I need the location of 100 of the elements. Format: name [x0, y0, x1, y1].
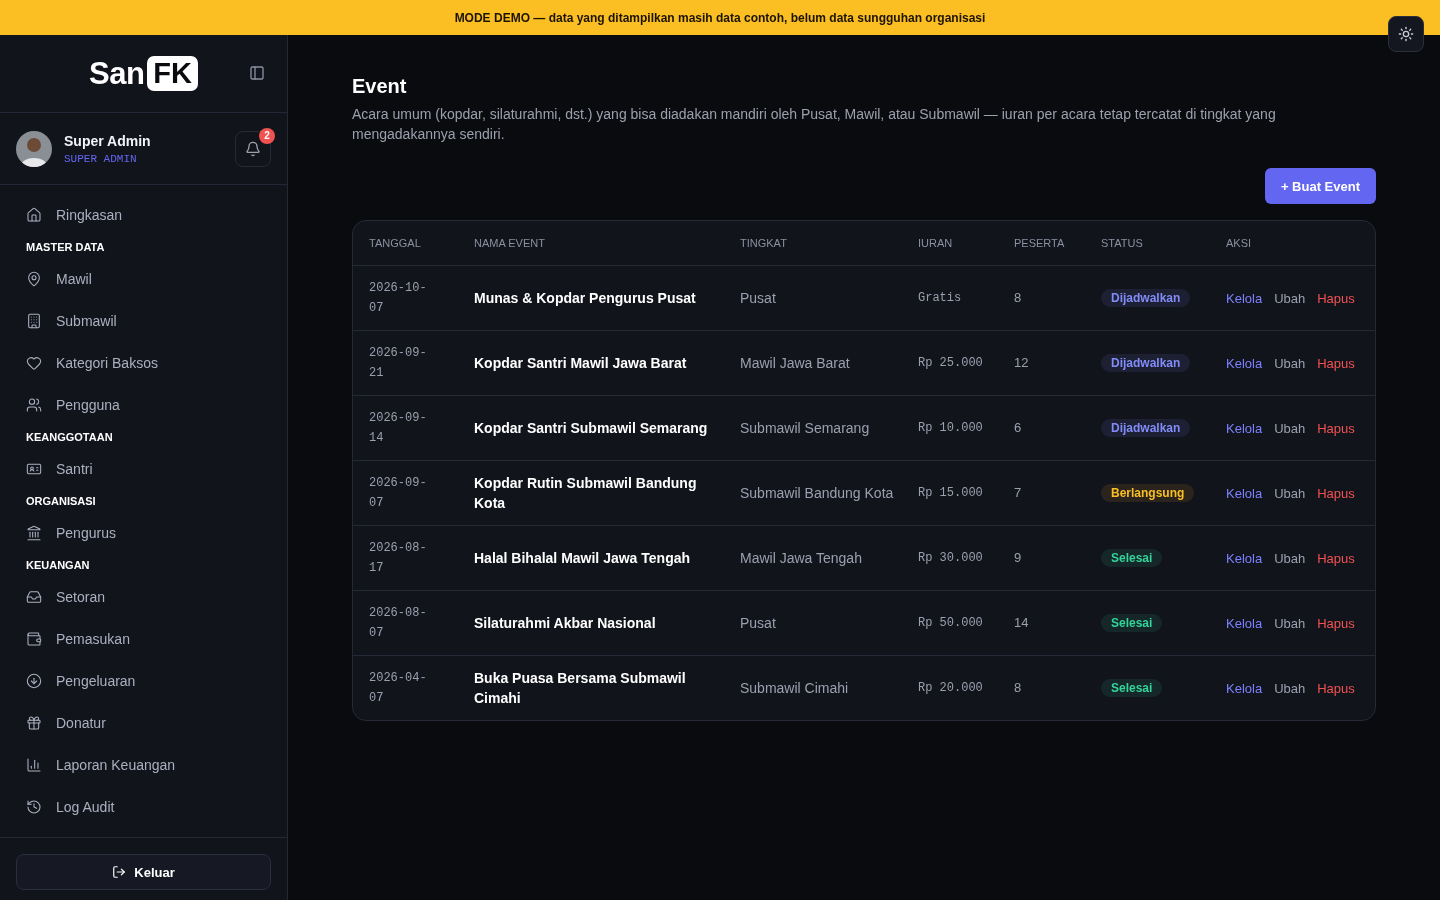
delete-link[interactable]: Hapus: [1317, 355, 1355, 371]
edit-link[interactable]: Ubah: [1274, 355, 1306, 371]
status-badge: Dijadwalkan: [1101, 419, 1191, 437]
history-icon: [26, 799, 42, 815]
status-badge: Dijadwalkan: [1101, 354, 1191, 372]
nav-section-heading: MASTER DATA: [26, 240, 106, 255]
event-name: Buka Puasa Bersama Submawil Cimahi: [474, 669, 686, 706]
event-fee: Rp 30.000: [918, 550, 983, 567]
event-date: 2026-09-07: [369, 474, 427, 512]
nav-item[interactable]: Donatur: [26, 702, 271, 744]
edit-link[interactable]: Ubah: [1274, 550, 1306, 566]
nav-item[interactable]: Pemasukan: [26, 618, 271, 660]
edit-link[interactable]: Ubah: [1274, 290, 1306, 306]
status-badge: Dijadwalkan: [1101, 289, 1191, 307]
logo-mark: FK: [147, 56, 198, 91]
event-date: 2026-04-07: [369, 669, 427, 707]
nav-item[interactable]: Mawil: [26, 258, 271, 300]
status-badge: Berlangsung: [1101, 484, 1195, 502]
status-badge: Selesai: [1101, 679, 1163, 698]
participant-count: 7: [1014, 484, 1022, 500]
event-date: 2026-08-07: [369, 604, 427, 642]
nav-item[interactable]: Pengurus: [26, 512, 271, 554]
event-name: Kopdar Santri Mawil Jawa Barat: [474, 354, 687, 371]
manage-link[interactable]: Kelola: [1226, 615, 1263, 631]
heart-icon: [26, 355, 42, 371]
create-event-button[interactable]: + Buat Event: [1264, 168, 1376, 204]
manage-link[interactable]: Kelola: [1226, 420, 1263, 436]
participant-count: 8: [1014, 679, 1022, 695]
manage-link[interactable]: Kelola: [1226, 680, 1263, 696]
avatar: [16, 130, 52, 167]
manage-link[interactable]: Kelola: [1226, 485, 1263, 501]
column-header: AKSI: [1210, 221, 1375, 265]
nav-section-heading: KEUANGAN: [26, 558, 91, 573]
edit-link[interactable]: Ubah: [1274, 680, 1306, 696]
logout-button[interactable]: Keluar: [16, 854, 271, 890]
status-badge: Selesai: [1101, 549, 1163, 567]
nav-item[interactable]: Kategori Baksos: [26, 342, 271, 384]
event-name: Munas & Kopdar Pengurus Pusat: [474, 289, 696, 306]
event-date: 2026-09-14: [369, 409, 427, 447]
nav-section-heading: KEANGGOTAAN: [26, 430, 114, 445]
nav-item[interactable]: Pengguna: [26, 384, 271, 426]
users-icon: [26, 397, 42, 413]
nav-item[interactable]: Log Audit: [26, 786, 271, 828]
id-card-icon: [26, 461, 42, 477]
nav-item[interactable]: Setoran: [26, 576, 271, 618]
theme-toggle-button[interactable]: [1388, 16, 1424, 52]
bank-icon: [26, 525, 42, 541]
event-name: Halal Bihalal Mawil Jawa Tengah: [474, 549, 691, 566]
column-header: STATUS: [1085, 221, 1210, 265]
page-description: Acara umum (kopdar, silaturahmi, dst.) yang bisa diadakan mandiri oleh Pusat, Mawil, atau Submawil — iuran per acara tetap tercatat di tingkat yang mengadakannya sendiri.: [352, 105, 1277, 144]
column-header: PESERTA: [998, 221, 1085, 265]
user-name: Super Admin: [64, 132, 152, 149]
building-icon: [26, 313, 42, 329]
status-badge: Selesai: [1101, 614, 1163, 632]
event-level: Pusat: [740, 289, 776, 306]
event-fee: Rp 50.000: [918, 615, 983, 632]
edit-link[interactable]: Ubah: [1274, 485, 1306, 501]
event-name: Kopdar Rutin Submawil Bandung Kota: [474, 474, 697, 511]
nav-item[interactable]: Pengeluaran: [26, 660, 271, 702]
delete-link[interactable]: Hapus: [1317, 290, 1355, 306]
logout-icon: [112, 865, 127, 879]
download-circle-icon: [26, 673, 42, 689]
nav-item[interactable]: Ringkasan: [26, 194, 271, 236]
bell-icon: [245, 140, 261, 157]
manage-link[interactable]: Kelola: [1226, 355, 1263, 371]
nav-item[interactable]: Laporan Keuangan: [26, 744, 271, 786]
sun-icon: [1398, 26, 1414, 42]
event-name: Silaturahmi Akbar Nasional: [474, 614, 656, 631]
demo-banner: MODE DEMO — data yang ditampilkan masih data contoh, belum data sungguhan organisasi: [0, 0, 1440, 35]
delete-link[interactable]: Hapus: [1317, 420, 1355, 436]
event-fee: Rp 25.000: [918, 355, 983, 372]
delete-link[interactable]: Hapus: [1317, 550, 1355, 566]
delete-link[interactable]: Hapus: [1317, 485, 1355, 501]
event-level: Pusat: [740, 614, 776, 631]
event-level: Mawil Jawa Tengah: [740, 549, 862, 566]
event-level: Submawil Bandung Kota: [740, 484, 894, 501]
manage-link[interactable]: Kelola: [1226, 290, 1263, 306]
wallet-icon: [26, 631, 42, 647]
event-date: 2026-10-07: [369, 279, 427, 317]
edit-link[interactable]: Ubah: [1274, 615, 1306, 631]
participant-count: 12: [1014, 354, 1029, 370]
event-name: Kopdar Santri Submawil Semarang: [474, 419, 708, 436]
participant-count: 6: [1014, 419, 1022, 435]
home-icon: [26, 207, 42, 223]
gift-icon: [26, 715, 42, 731]
nav-item[interactable]: Santri: [26, 448, 271, 490]
event-fee: Gratis: [918, 290, 962, 307]
logo-text: San: [89, 55, 145, 92]
delete-link[interactable]: Hapus: [1317, 680, 1355, 696]
panel-icon: [249, 65, 265, 81]
nav-item[interactable]: Submawil: [26, 300, 271, 342]
event-level: Submawil Semarang: [740, 419, 870, 436]
delete-link[interactable]: Hapus: [1317, 615, 1355, 631]
user-role: SUPER ADMIN: [64, 152, 138, 165]
collapse-sidebar-button[interactable]: [249, 65, 265, 81]
edit-link[interactable]: Ubah: [1274, 420, 1306, 436]
event-level: Mawil Jawa Barat: [740, 354, 850, 371]
event-fee: Rp 15.000: [918, 485, 983, 502]
manage-link[interactable]: Kelola: [1226, 550, 1263, 566]
event-date: 2026-08-17: [369, 539, 427, 577]
